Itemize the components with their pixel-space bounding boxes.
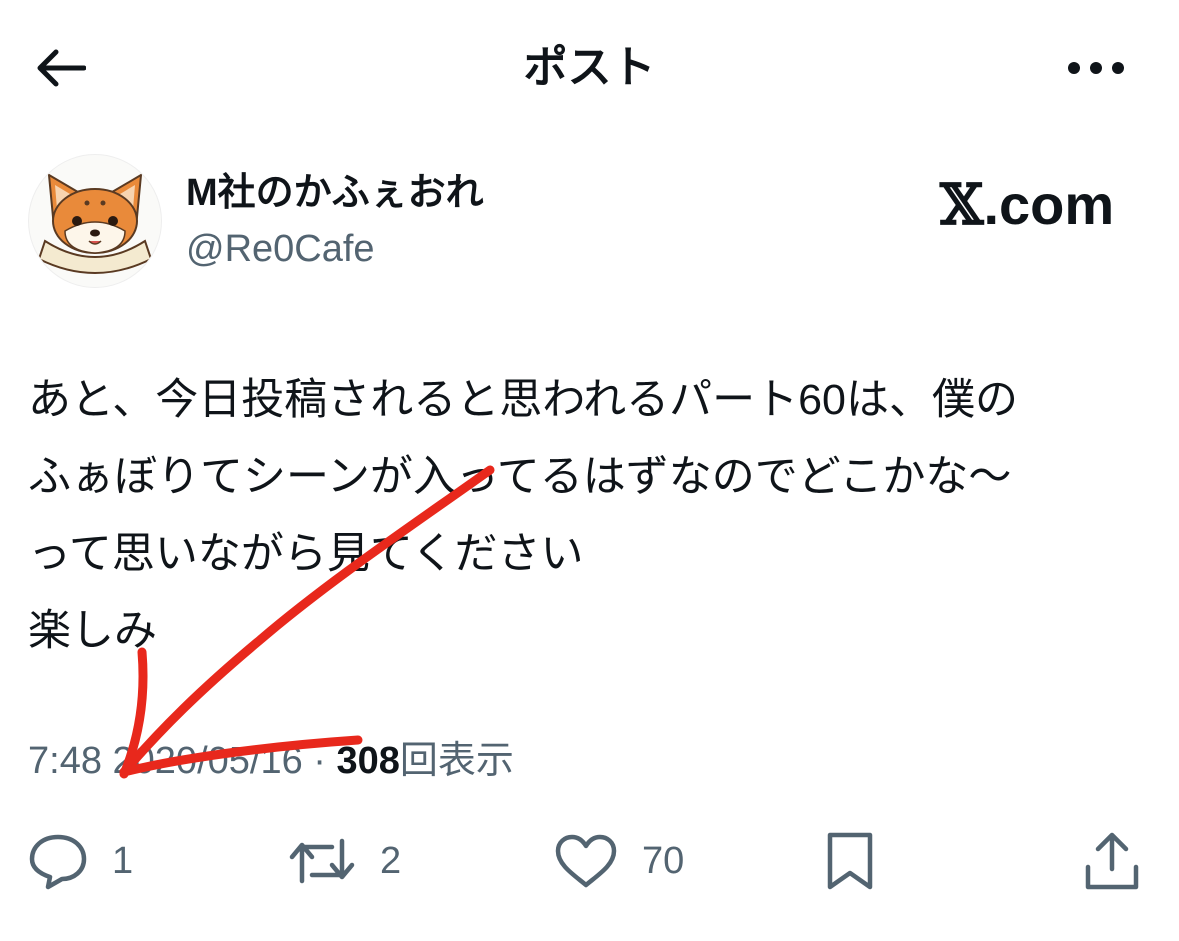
bookmark-icon: [827, 832, 873, 890]
like-button[interactable]: 70: [552, 826, 684, 896]
author-handle[interactable]: @Re0Cafe: [186, 224, 375, 274]
like-count: 70: [642, 840, 685, 882]
page-title: ポスト: [523, 43, 656, 92]
reply-button[interactable]: 1: [26, 826, 133, 896]
author-display-name[interactable]: M社のかふぇおれ: [186, 168, 484, 218]
tweet-line: ふぁぼりてシーンが入ってるはずなのでどこかな〜: [28, 453, 1012, 501]
tweet-line: 楽しみ: [28, 607, 157, 655]
top-bar: ポスト: [0, 0, 1179, 130]
views-count: 308: [336, 740, 400, 782]
meta-separator: ·: [313, 740, 326, 782]
tweet-time[interactable]: 7:48: [28, 740, 102, 782]
more-button[interactable]: [1056, 40, 1136, 96]
views-label: 回表示: [399, 740, 514, 782]
tweet-meta: 7:48 2020/05/16 · 308回表示: [28, 734, 514, 788]
repost-count: 2: [380, 840, 402, 882]
tweet-text: あと、今日投稿されると思われるパート60は、僕の ふぁぼりてシーンが入ってるはず…: [28, 362, 1158, 670]
reply-icon: [29, 834, 87, 890]
x-logo: 𝕏: [940, 172, 984, 238]
share-icon: [1085, 832, 1139, 890]
avatar[interactable]: [28, 154, 162, 288]
tweet-line: って思いながら見てください: [28, 530, 584, 578]
bookmark-button[interactable]: [820, 826, 880, 896]
repost-button[interactable]: 2: [286, 826, 401, 896]
fox-avatar: [37, 173, 153, 274]
reply-count: 1: [112, 840, 134, 882]
repost-icon: [289, 838, 355, 884]
x-com-watermark: 𝕏.com: [940, 170, 1114, 240]
heart-icon: [555, 834, 617, 888]
share-button[interactable]: [1080, 826, 1144, 896]
more-horizontal-icon: [1068, 62, 1124, 74]
tweet-line: あと、今日投稿されると思われるパート60は、僕の: [28, 376, 1018, 424]
watermark-domain: .com: [983, 173, 1115, 236]
tweet-date[interactable]: 2020/05/16: [113, 740, 303, 782]
